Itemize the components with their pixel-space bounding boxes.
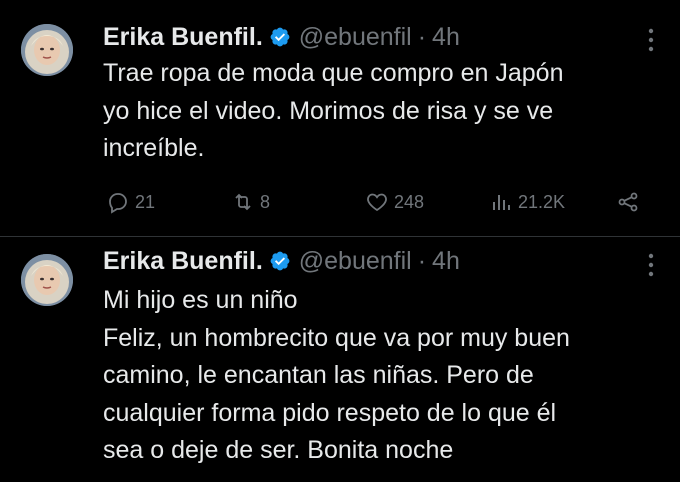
tweet-header: Erika Buenfil. @ebuenfil · 4h bbox=[103, 246, 460, 276]
reply-count: 21 bbox=[135, 191, 156, 212]
retweet-count: 8 bbox=[260, 191, 271, 212]
verified-badge-icon bbox=[270, 27, 290, 47]
avatar[interactable] bbox=[21, 254, 73, 306]
verified-badge-icon bbox=[270, 251, 290, 271]
avatar[interactable] bbox=[21, 24, 73, 76]
share-button[interactable] bbox=[616, 186, 645, 218]
view-count: 21.2K bbox=[518, 191, 566, 212]
reply-button[interactable]: 21 bbox=[106, 186, 155, 218]
like-icon bbox=[367, 193, 387, 212]
more-options-icon[interactable] bbox=[648, 252, 654, 278]
tweet-actions: 21 8 248 21.2K bbox=[0, 186, 680, 218]
separator-dot: · bbox=[417, 22, 427, 51]
like-count: 248 bbox=[394, 191, 425, 212]
author-name[interactable]: Erika Buenfil. bbox=[103, 23, 263, 52]
retweet-button[interactable]: 8 bbox=[231, 186, 270, 218]
timestamp[interactable]: 4h bbox=[432, 247, 460, 276]
tweet-text: Trae ropa de moda que compro en Japón yo… bbox=[103, 59, 564, 162]
author-handle[interactable]: @ebuenfil bbox=[299, 247, 412, 276]
separator-dot: · bbox=[417, 246, 427, 275]
tweet-header: Erika Buenfil. @ebuenfil · 4h bbox=[103, 22, 460, 52]
author-name[interactable]: Erika Buenfil. bbox=[103, 247, 263, 276]
tweet[interactable]: Erika Buenfil. @ebuenfil · 4h Mi hijo es… bbox=[0, 237, 680, 482]
share-icon bbox=[618, 192, 638, 212]
reply-icon bbox=[109, 193, 127, 214]
timestamp[interactable]: 4h bbox=[432, 23, 460, 52]
author-handle[interactable]: @ebuenfil bbox=[299, 23, 412, 52]
tweet-text: Mi hijo es un niño Feliz, un hombrecito … bbox=[103, 286, 570, 464]
tweet[interactable]: Erika Buenfil. @ebuenfil · 4h Trae ropa … bbox=[0, 0, 680, 237]
views-icon bbox=[493, 195, 510, 210]
views-button[interactable]: 21.2K bbox=[489, 186, 565, 218]
more-options-icon[interactable] bbox=[648, 27, 654, 53]
retweet-icon bbox=[235, 193, 251, 211]
like-button[interactable]: 248 bbox=[365, 186, 424, 218]
